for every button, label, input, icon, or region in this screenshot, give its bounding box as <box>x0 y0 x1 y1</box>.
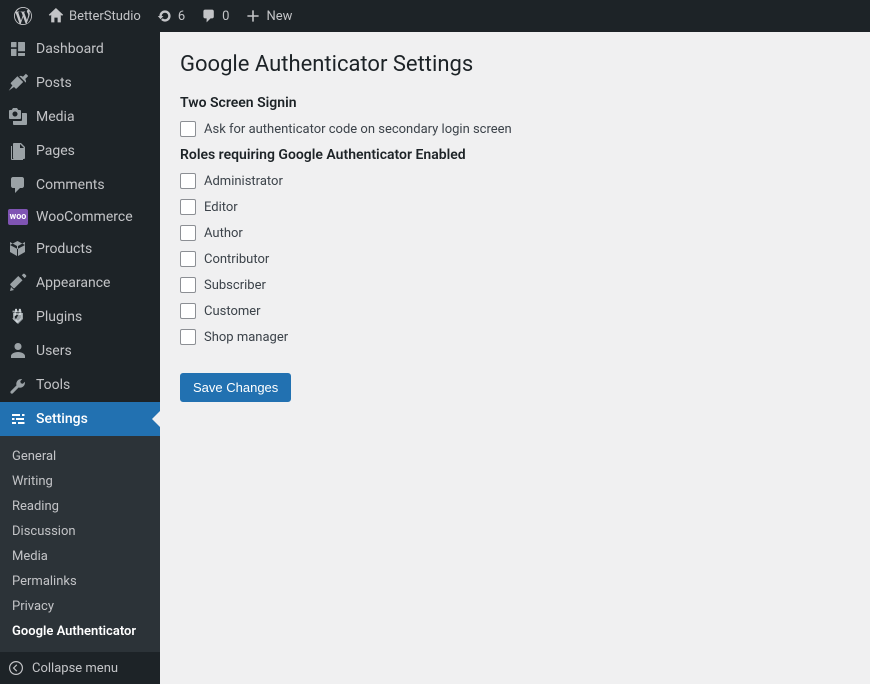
role-row-administrator[interactable]: Administrator <box>180 173 850 189</box>
media-icon <box>8 107 28 127</box>
sidebar-item-label: Users <box>36 343 72 359</box>
two-screen-heading: Two Screen Signin <box>180 95 850 111</box>
role-row-contributor[interactable]: Contributor <box>180 251 850 267</box>
collapse-label: Collapse menu <box>32 661 118 676</box>
sidebar-item-users[interactable]: Users <box>0 334 160 368</box>
settings-icon <box>8 409 28 429</box>
new-link[interactable]: New <box>237 0 300 32</box>
role-label: Shop manager <box>204 330 288 345</box>
role-checkbox[interactable] <box>180 277 196 293</box>
site-link[interactable]: BetterStudio <box>40 0 149 32</box>
pin-icon <box>8 73 28 93</box>
page-title: Google Authenticator Settings <box>180 52 850 77</box>
site-name: BetterStudio <box>69 9 141 24</box>
role-label: Author <box>204 226 243 241</box>
comment-count: 0 <box>222 9 229 24</box>
plugins-icon <box>8 307 28 327</box>
role-row-customer[interactable]: Customer <box>180 303 850 319</box>
submenu-privacy[interactable]: Privacy <box>0 594 160 619</box>
tools-icon <box>8 375 28 395</box>
sidebar-item-tools[interactable]: Tools <box>0 368 160 402</box>
sidebar-item-products[interactable]: Products <box>0 232 160 266</box>
sidebar-item-appearance[interactable]: Appearance <box>0 266 160 300</box>
users-icon <box>8 341 28 361</box>
role-checkbox[interactable] <box>180 199 196 215</box>
comment-icon <box>201 8 217 24</box>
woo-icon: woo <box>8 209 28 225</box>
sidebar-item-label: Settings <box>36 411 88 427</box>
submenu-general[interactable]: General <box>0 444 160 469</box>
refresh-count: 6 <box>178 9 185 24</box>
products-icon <box>8 239 28 259</box>
role-row-author[interactable]: Author <box>180 225 850 241</box>
ask-code-checkbox[interactable] <box>180 121 196 137</box>
sidebar-item-label: Appearance <box>36 275 110 291</box>
refresh-link[interactable]: 6 <box>149 0 193 32</box>
ask-code-label: Ask for authenticator code on secondary … <box>204 122 512 137</box>
sidebar-item-plugins[interactable]: Plugins <box>0 300 160 334</box>
appearance-icon <box>8 273 28 293</box>
sidebar-item-comments[interactable]: Comments <box>0 168 160 202</box>
admin-topbar: BetterStudio 6 0 New <box>0 0 870 32</box>
role-row-subscriber[interactable]: Subscriber <box>180 277 850 293</box>
submenu-google-authenticator[interactable]: Google Authenticator <box>0 619 160 644</box>
sidebar-item-label: Plugins <box>36 309 82 325</box>
save-button[interactable]: Save Changes <box>180 373 291 402</box>
refresh-icon <box>157 8 173 24</box>
roles-heading: Roles requiring Google Authenticator Ena… <box>180 147 850 163</box>
submenu-reading[interactable]: Reading <box>0 494 160 519</box>
sidebar-item-label: Posts <box>36 75 72 91</box>
submenu-media[interactable]: Media <box>0 544 160 569</box>
role-checkbox[interactable] <box>180 225 196 241</box>
sidebar-item-posts[interactable]: Posts <box>0 66 160 100</box>
role-checkbox[interactable] <box>180 173 196 189</box>
sidebar-item-label: Media <box>36 109 75 125</box>
sidebar-item-label: WooCommerce <box>36 209 133 225</box>
role-checkbox[interactable] <box>180 329 196 345</box>
comments-link[interactable]: 0 <box>193 0 237 32</box>
role-checkbox[interactable] <box>180 251 196 267</box>
role-label: Editor <box>204 200 238 215</box>
collapse-icon <box>8 660 24 676</box>
home-icon <box>48 8 64 24</box>
settings-submenu: General Writing Reading Discussion Media… <box>0 436 160 652</box>
sidebar-item-settings[interactable]: Settings <box>0 402 160 436</box>
sidebar-item-label: Dashboard <box>36 41 104 57</box>
new-label: New <box>266 9 292 24</box>
sidebar-item-label: Tools <box>36 377 70 393</box>
main-content: Google Authenticator Settings Two Screen… <box>160 32 870 606</box>
collapse-menu[interactable]: Collapse menu <box>0 652 160 684</box>
submenu-discussion[interactable]: Discussion <box>0 519 160 544</box>
sidebar-item-label: Pages <box>36 143 75 159</box>
sidebar-item-pages[interactable]: Pages <box>0 134 160 168</box>
comments-icon <box>8 175 28 195</box>
dashboard-icon <box>8 39 28 59</box>
wp-logo[interactable] <box>6 0 40 32</box>
sidebar-item-label: Comments <box>36 177 105 193</box>
role-row-editor[interactable]: Editor <box>180 199 850 215</box>
admin-sidebar: Dashboard Posts Media Pages Comments woo… <box>0 32 160 606</box>
sidebar-item-dashboard[interactable]: Dashboard <box>0 32 160 66</box>
sidebar-item-media[interactable]: Media <box>0 100 160 134</box>
ask-code-row[interactable]: Ask for authenticator code on secondary … <box>180 121 850 137</box>
wordpress-icon <box>14 7 32 25</box>
role-label: Administrator <box>204 174 283 189</box>
role-label: Customer <box>204 304 261 319</box>
role-row-shop-manager[interactable]: Shop manager <box>180 329 850 345</box>
plus-icon <box>245 8 261 24</box>
role-checkbox[interactable] <box>180 303 196 319</box>
role-label: Subscriber <box>204 278 266 293</box>
submenu-permalinks[interactable]: Permalinks <box>0 569 160 594</box>
pages-icon <box>8 141 28 161</box>
sidebar-item-label: Products <box>36 241 92 257</box>
role-label: Contributor <box>204 252 269 267</box>
submenu-writing[interactable]: Writing <box>0 469 160 494</box>
sidebar-item-woocommerce[interactable]: woo WooCommerce <box>0 202 160 232</box>
